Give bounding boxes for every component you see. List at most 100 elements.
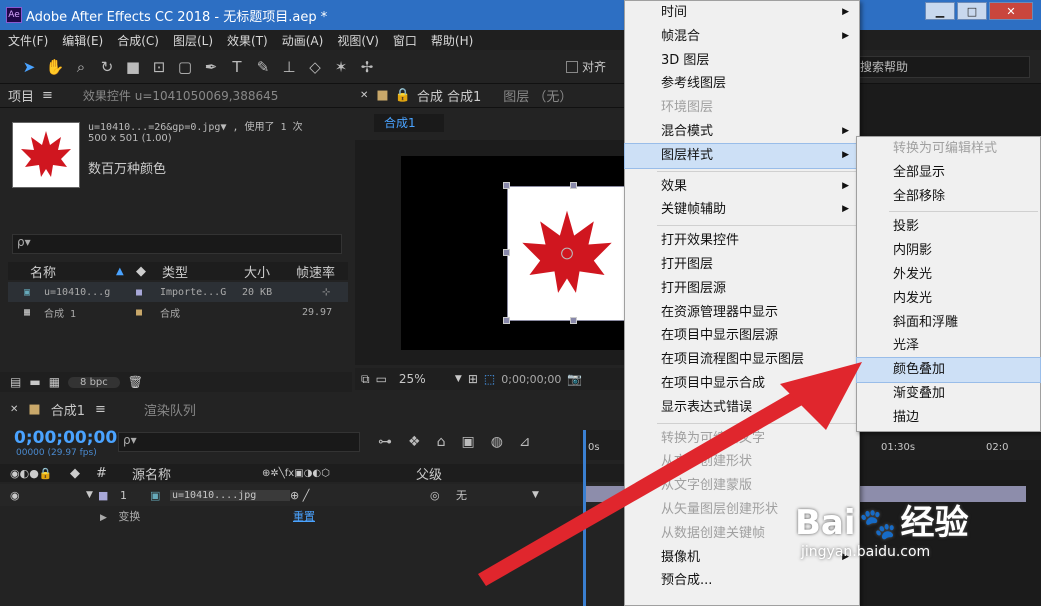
expand-icon[interactable]: ▶: [100, 513, 107, 523]
expand-icon[interactable]: ▼: [86, 490, 98, 500]
context-menu-item[interactable]: 打开效果控件: [625, 229, 859, 253]
interpret-footage-icon[interactable]: ▤: [10, 375, 21, 389]
transform-handle[interactable]: [570, 317, 577, 324]
composition-subtab[interactable]: 合成1: [374, 114, 444, 132]
menu-file[interactable]: 文件(F): [8, 32, 48, 49]
eye-icon[interactable]: ◉: [10, 489, 86, 502]
eraser-tool-icon[interactable]: ◇: [304, 56, 326, 78]
rotate-tool-icon[interactable]: ↻: [96, 56, 118, 78]
context-menu-item[interactable]: 帧混合 ▶: [625, 25, 859, 49]
lock-icon[interactable]: 🔒: [395, 88, 411, 103]
context-menu-item[interactable]: 时间 ▶: [625, 1, 859, 25]
brush-tool-icon[interactable]: ✎: [252, 56, 274, 78]
layer-switch-icon[interactable]: ⊕ ╱: [290, 489, 430, 502]
graph-editor-icon[interactable]: ⊿: [519, 434, 531, 450]
submenu-item[interactable]: 外发光: [857, 263, 1040, 287]
close-button[interactable]: ✕: [989, 2, 1033, 20]
composition-tab[interactable]: 合成 合成1: [417, 86, 481, 105]
playhead[interactable]: [583, 430, 586, 606]
submenu-item[interactable]: 全部显示: [857, 161, 1040, 185]
project-search-input[interactable]: ρ▾: [12, 234, 342, 254]
timeline-search-input[interactable]: ρ▾: [118, 432, 360, 452]
effect-controls-tab[interactable]: 效果控件 u=1041050069,388645: [83, 87, 278, 104]
parent-dropdown[interactable]: 无: [456, 487, 532, 503]
maximize-button[interactable]: □: [957, 2, 987, 20]
submenu-item[interactable]: 内阴影: [857, 239, 1040, 263]
new-folder-icon[interactable]: ▬: [29, 375, 40, 389]
submenu-item[interactable]: 全部移除: [857, 185, 1040, 209]
reset-link[interactable]: 重置: [293, 508, 315, 524]
menu-effect[interactable]: 效果(T): [227, 32, 268, 49]
roto-brush-tool-icon[interactable]: ✶: [330, 56, 352, 78]
menu-composition[interactable]: 合成(C): [117, 32, 159, 49]
submenu-item[interactable]: 渐变叠加: [857, 382, 1040, 406]
col-fps[interactable]: 帧速率: [296, 262, 335, 281]
draft-3d-icon[interactable]: ❖: [408, 434, 421, 450]
hand-tool-icon[interactable]: ✋: [44, 56, 66, 78]
col-size[interactable]: 大小: [244, 262, 296, 281]
snapshot-icon[interactable]: 📷: [567, 372, 582, 386]
context-menu-item[interactable]: 效果 ▶: [625, 175, 859, 199]
snap-toggle[interactable]: 对齐: [566, 58, 606, 75]
snap-checkbox[interactable]: [566, 60, 578, 73]
context-menu-item[interactable]: 参考线图层: [625, 72, 859, 96]
context-menu-item[interactable]: 混合模式 ▶: [625, 120, 859, 144]
motion-blur-icon[interactable]: ◍: [491, 434, 503, 450]
col-name[interactable]: 名称: [30, 262, 116, 281]
timecode-display[interactable]: 0;00;00;00: [14, 428, 117, 448]
zoom-dropdown[interactable]: 25%: [399, 372, 449, 386]
composition-flowchart-icon[interactable]: ⊶: [378, 434, 392, 450]
trash-icon[interactable]: 🗑: [128, 375, 143, 389]
col-parent[interactable]: 父级: [416, 464, 442, 483]
fit-icon[interactable]: ⊞: [468, 372, 478, 386]
transform-handle[interactable]: [503, 182, 510, 189]
col-source-name[interactable]: 源名称: [132, 464, 262, 483]
context-menu-item[interactable]: 3D 图层: [625, 49, 859, 73]
sort-asc-icon[interactable]: ▲: [116, 266, 136, 277]
transform-handle[interactable]: [503, 317, 510, 324]
bpc-button[interactable]: 8 bpc: [68, 376, 120, 388]
current-time-display[interactable]: 0;00;00;00: [501, 373, 561, 386]
pen-tool-icon[interactable]: ✒: [200, 56, 222, 78]
search-help-input[interactable]: 搜索帮助: [855, 56, 1030, 78]
menu-edit[interactable]: 编辑(E): [62, 32, 103, 49]
menu-view[interactable]: 视图(V): [337, 32, 379, 49]
frame-blending-icon[interactable]: ▣: [461, 434, 474, 450]
context-menu-item[interactable]: 在项目中显示合成: [625, 372, 859, 396]
monitor-icon[interactable]: ▭: [376, 372, 387, 386]
menu-help[interactable]: 帮助(H): [431, 32, 473, 49]
menu-layer[interactable]: 图层(L): [173, 32, 213, 49]
menu-animation[interactable]: 动画(A): [282, 32, 324, 49]
layer-name[interactable]: u=10410....jpg: [170, 489, 290, 501]
panel-menu-icon[interactable]: ≡: [42, 88, 53, 103]
pan-behind-tool-icon[interactable]: ⊡: [148, 56, 170, 78]
close-icon[interactable]: ✕: [10, 404, 18, 415]
text-tool-icon[interactable]: T: [226, 56, 248, 78]
zoom-tool-icon[interactable]: ⌕: [70, 56, 92, 78]
context-menu-item[interactable]: 图层样式 ▶: [624, 142, 860, 169]
context-menu-item[interactable]: 预合成...: [625, 569, 859, 593]
close-icon[interactable]: ✕: [360, 90, 368, 101]
submenu-item[interactable]: 内发光: [857, 287, 1040, 311]
always-preview-icon[interactable]: ⧉: [361, 372, 370, 387]
context-menu-item[interactable]: 打开图层源: [625, 277, 859, 301]
clone-stamp-tool-icon[interactable]: ⊥: [278, 56, 300, 78]
submenu-item[interactable]: 投影: [857, 215, 1040, 239]
chevron-down-icon[interactable]: ▼: [532, 490, 539, 500]
submenu-item[interactable]: 斜面和浮雕: [857, 311, 1040, 335]
rectangle-tool-icon[interactable]: ▢: [174, 56, 196, 78]
new-composition-icon[interactable]: ▦: [49, 375, 60, 389]
panel-menu-icon[interactable]: ≡: [95, 402, 106, 417]
context-menu-item[interactable]: 在资源管理器中显示: [625, 301, 859, 325]
context-menu-item[interactable]: 关键帧辅助 ▶: [625, 198, 859, 222]
layer-row[interactable]: ◉ ▼ ■ 1 ▣ u=10410....jpg ⊕ ╱ ◎ 无 ▼: [0, 484, 624, 506]
project-tab[interactable]: 项目: [8, 86, 34, 105]
table-row[interactable]: ▦ 合成 1 ■ 合成 29.97: [8, 302, 348, 322]
chevron-down-icon[interactable]: ▼: [455, 374, 462, 384]
context-menu-item[interactable]: 打开图层: [625, 253, 859, 277]
puppet-pin-tool-icon[interactable]: ✢: [356, 56, 378, 78]
col-type[interactable]: 类型: [162, 262, 244, 281]
timeline-comp-tab[interactable]: 合成1: [51, 400, 85, 419]
label-color-icon[interactable]: ■: [98, 489, 120, 502]
transform-handle[interactable]: [570, 182, 577, 189]
